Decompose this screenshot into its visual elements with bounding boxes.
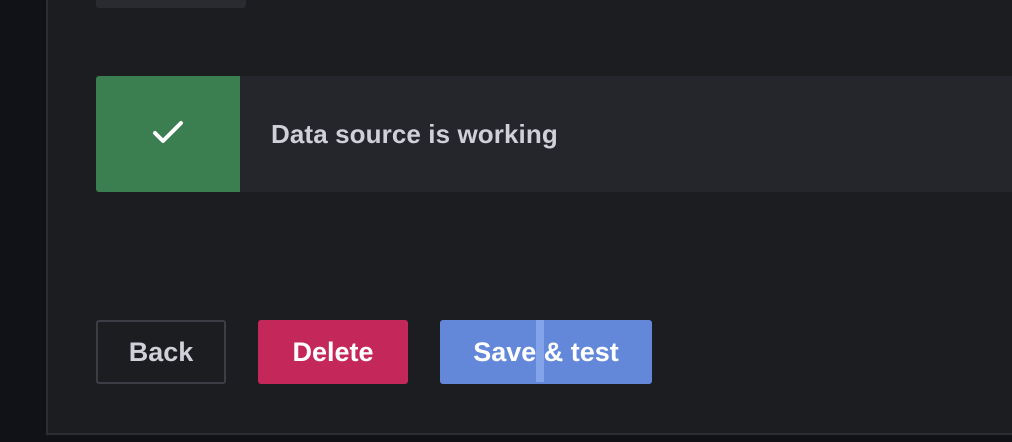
success-alert: Data source is working — [96, 76, 1012, 192]
delete-button[interactable]: Delete — [258, 320, 408, 384]
field-input-partial[interactable] — [96, 0, 246, 8]
alert-message: Data source is working — [271, 118, 558, 149]
text-cursor — [536, 320, 544, 382]
save-and-test-button[interactable]: Save & test — [440, 320, 652, 384]
back-button[interactable]: Back — [96, 320, 226, 384]
alert-icon-container — [96, 76, 240, 192]
check-icon — [151, 118, 185, 151]
left-sidebar-edge — [0, 0, 46, 442]
